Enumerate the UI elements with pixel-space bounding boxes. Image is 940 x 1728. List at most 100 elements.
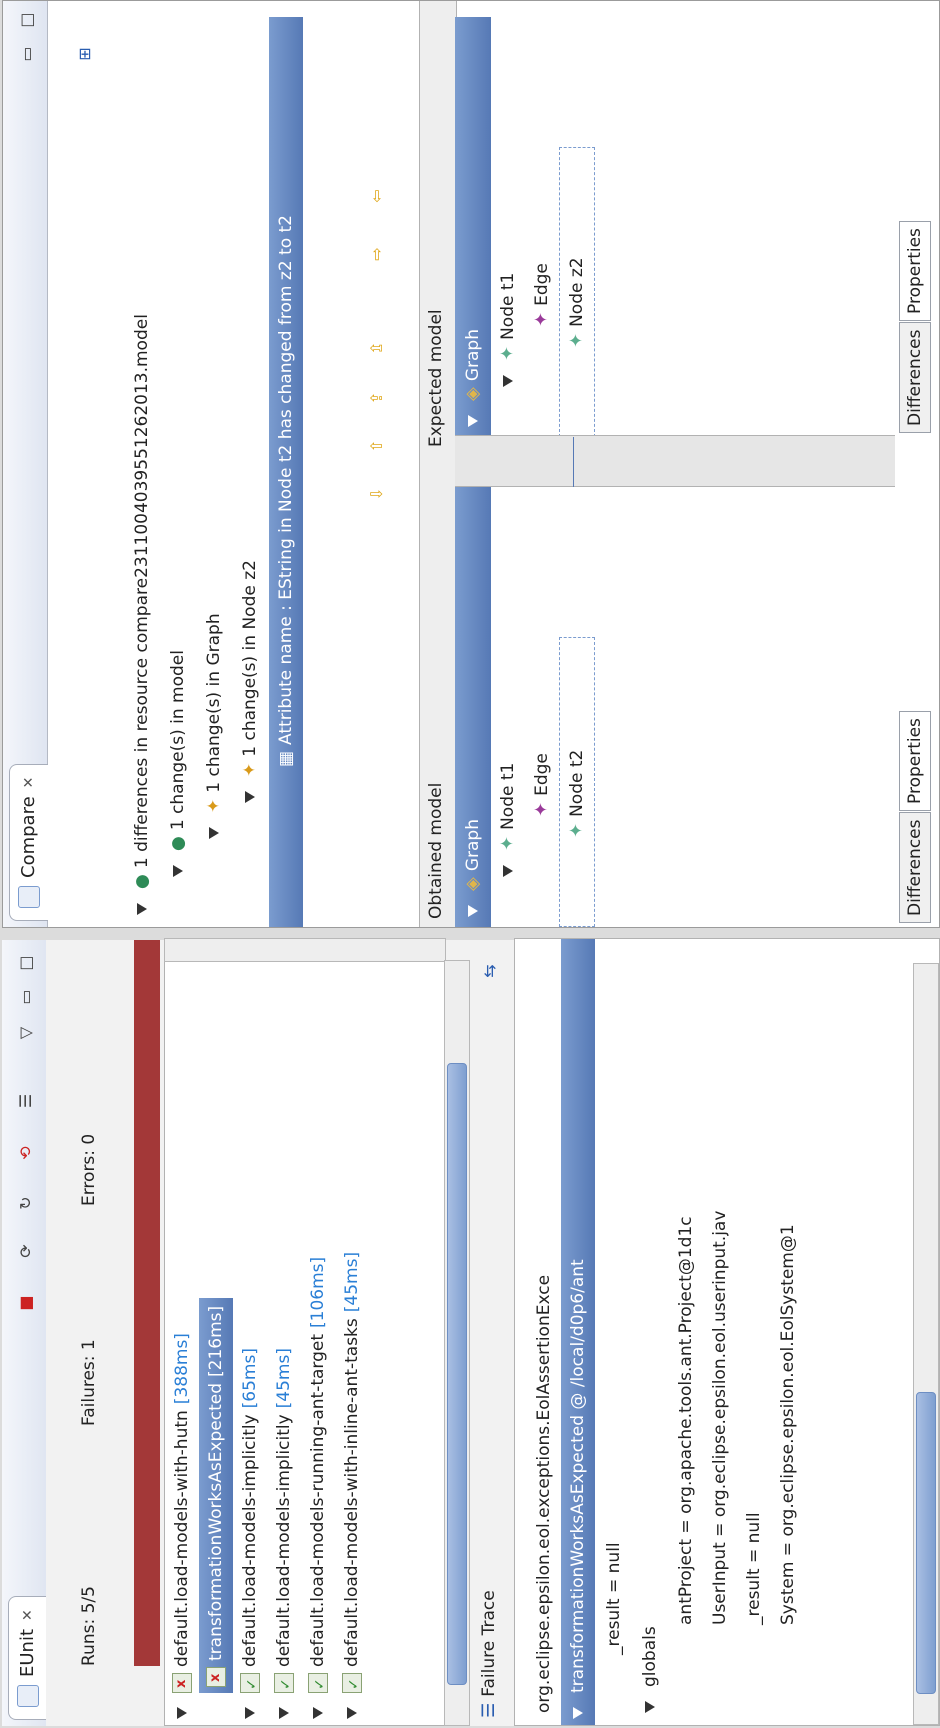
expand-icon[interactable] <box>503 375 513 387</box>
test-row[interactable]: default.load-models-implicitly [65ms] <box>233 1348 267 1719</box>
expected-model-label: Expected model <box>426 309 446 447</box>
filter-icon[interactable]: ⊞ <box>71 41 97 67</box>
change-icon: ✦ <box>204 798 224 813</box>
tab-compare[interactable]: Compare ✕ <box>9 763 48 921</box>
expand-icon[interactable] <box>645 1701 655 1713</box>
status-bar <box>134 940 160 1666</box>
maximize-icon[interactable]: □ <box>12 950 38 976</box>
rerun-failed-icon[interactable]: ↻ <box>12 1190 38 1216</box>
test-row-selected[interactable]: transformationWorksAsExpected [216ms] <box>199 1297 233 1693</box>
trace-hscroll[interactable] <box>913 963 939 1725</box>
eunit-icon <box>17 1685 39 1707</box>
attribute-icon: ▦ <box>276 750 296 767</box>
obtained-node[interactable]: ✦ Node t1 <box>491 763 525 877</box>
minimize-icon[interactable]: ▭ <box>12 984 38 1010</box>
rerun-icon[interactable]: ⟳ <box>12 1238 38 1264</box>
expand-icon[interactable] <box>503 865 513 877</box>
maximize-icon[interactable]: □ <box>13 7 39 33</box>
list-icon: ☰ <box>479 1702 499 1718</box>
trace-exception: org.eclipse.epsilon.eol.exceptions.EolAs… <box>534 1274 554 1713</box>
tab-properties[interactable]: Properties <box>899 711 931 811</box>
history-icon[interactable]: ☰ <box>12 1088 38 1114</box>
close-icon[interactable]: ✕ <box>9 1609 47 1621</box>
copy-all-icon[interactable]: ⇫ <box>363 335 389 361</box>
expand-icon[interactable] <box>245 1707 255 1719</box>
obtained-model-label: Obtained model <box>426 782 446 919</box>
diff-item[interactable]: ✦ 1 change(s) in Node z2 <box>233 560 267 803</box>
expand-icon[interactable] <box>468 905 478 917</box>
scroll-thumb[interactable] <box>447 1063 467 1685</box>
failures-label: Failures: 1 <box>79 1339 99 1426</box>
expected-edge[interactable]: ✦ Edge <box>525 263 559 327</box>
diff-attribute-selected[interactable]: ▦ Attribute name : EString in Node t2 ha… <box>269 17 303 927</box>
tab-differences-right[interactable]: Differences <box>899 322 931 433</box>
trace-var: UserInput = org.eclipse.epsilon.eol.user… <box>710 1210 730 1625</box>
expand-icon[interactable] <box>468 415 478 427</box>
tab-properties-right[interactable]: Properties <box>899 221 931 321</box>
view-menu-icon[interactable]: ▽ <box>12 1020 38 1046</box>
copy-right-icon[interactable]: ⇪ <box>363 385 389 411</box>
close-icon[interactable]: ✕ <box>10 777 48 789</box>
minimize-icon[interactable]: ▭ <box>13 41 39 67</box>
trace-var[interactable]: globals <box>633 1626 667 1713</box>
node-icon: ✦ <box>566 822 587 838</box>
change-icon: ✦ <box>240 762 260 777</box>
test-tree: default.load-models-with-hutn [388ms] tr… <box>164 960 446 1726</box>
tab-differences[interactable]: Differences <box>899 812 931 923</box>
tab-eunit[interactable]: EUnit ✕ <box>8 1596 47 1720</box>
expand-icon[interactable] <box>347 1707 357 1719</box>
diff-icon: ● <box>168 836 188 851</box>
diff-item[interactable]: ✦ 1 change(s) in Graph <box>197 613 231 839</box>
failure-trace: org.eclipse.epsilon.eol.exceptions.EolAs… <box>514 938 940 1726</box>
expand-icon[interactable] <box>209 827 219 839</box>
prev-diff-icon[interactable]: ⇧ <box>363 433 389 459</box>
expand-icon[interactable] <box>313 1707 323 1719</box>
obtained-graph-row[interactable]: ◈ Graph <box>455 487 491 927</box>
stage: EUnit ✕ ■ ⟳ ↻ ⟲ ☰ ▽ ▭ □ Runs: 5/5 Failur… <box>0 0 940 1728</box>
expand-icon[interactable] <box>137 903 147 915</box>
stop-icon[interactable]: ■ <box>12 1290 38 1316</box>
trace-frame[interactable]: transformationWorksAsExpected @ /local/d… <box>561 938 595 1725</box>
test-row[interactable]: default.load-models-with-inline-ant-task… <box>335 1252 369 1719</box>
diff-summary[interactable]: ● 1 differences in resource compare23110… <box>125 314 159 915</box>
failure-trace-header: ☰ Failure Trace <box>472 1590 506 1718</box>
test-row[interactable]: default.load-models-with-hutn [388ms] <box>165 1333 199 1719</box>
next-diff-icon[interactable]: ⇩ <box>363 481 389 507</box>
test-row[interactable]: default.load-models-implicitly [45ms] <box>267 1348 301 1719</box>
eunit-tab-label: EUnit <box>17 1628 38 1677</box>
expand-icon[interactable] <box>245 791 255 803</box>
test-ok-icon <box>342 1673 362 1693</box>
merge-left-icon[interactable]: ⇦ <box>363 183 389 209</box>
expected-node-changed[interactable]: ✦ Node z2 <box>559 147 595 437</box>
compare-icon[interactable]: ⇆ <box>476 958 502 984</box>
node-icon: ✦ <box>497 835 518 851</box>
rerun-errors-icon[interactable]: ⟲ <box>12 1140 38 1166</box>
scroll-thumb[interactable] <box>916 1392 936 1694</box>
obtained-node-changed[interactable]: ✦ Node t2 <box>559 637 595 927</box>
expand-icon[interactable] <box>173 865 183 877</box>
trace-var: antProject = org.apache.tools.ant.Projec… <box>676 1216 696 1625</box>
expected-graph-row[interactable]: ◈ Graph <box>455 17 491 437</box>
obtained-edge[interactable]: ✦ Edge <box>525 753 559 817</box>
expected-node[interactable]: ✦ Node t1 <box>491 273 525 387</box>
test-error-icon <box>206 1667 226 1687</box>
test-row[interactable]: default.load-models-running-ant-target [… <box>301 1257 335 1719</box>
compare-icon <box>18 886 40 908</box>
test-tree-scrollbar[interactable] <box>164 938 446 962</box>
test-ok-icon <box>240 1673 260 1693</box>
test-ok-icon <box>274 1673 294 1693</box>
test-tree-hscroll[interactable] <box>444 960 470 1726</box>
node-icon: ✦ <box>497 345 518 361</box>
trace-var: _result = null <box>744 1512 764 1625</box>
expand-icon[interactable] <box>573 1707 583 1719</box>
diff-icon: ● <box>132 874 152 889</box>
test-ok-icon <box>308 1673 328 1693</box>
runs-label: Runs: 5/5 <box>79 1586 99 1666</box>
center-divider[interactable] <box>455 435 895 487</box>
diff-item[interactable]: ● 1 change(s) in model <box>161 650 195 877</box>
graph-icon: ◈ <box>462 387 483 401</box>
trace-var: _result = null <box>604 1542 624 1655</box>
expand-icon[interactable] <box>279 1707 289 1719</box>
expand-icon[interactable] <box>177 1707 187 1719</box>
merge-right-icon[interactable]: ⇨ <box>363 241 389 267</box>
